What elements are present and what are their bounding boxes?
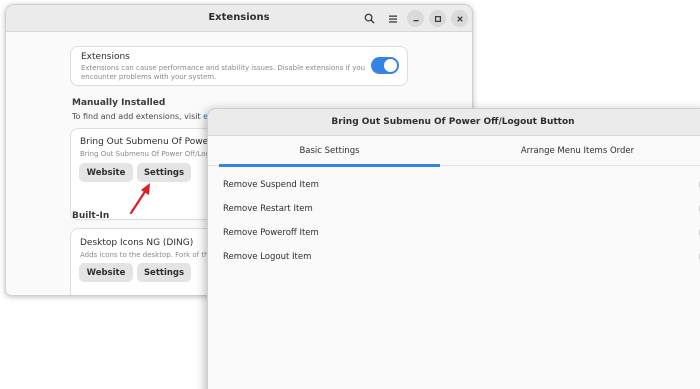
option-label: Remove Restart Item <box>223 204 313 214</box>
tab-arrange-menu-items-order[interactable]: Arrange Menu Items Order <box>440 136 700 166</box>
manually-installed-subtext-text: To find and add extensions, visit <box>72 112 204 121</box>
extensions-toggle-description-line1: Extensions can cause performance and sta… <box>81 64 366 72</box>
website-button[interactable]: Website <box>79 263 133 282</box>
search-icon <box>364 13 375 24</box>
extensions-header-bar: Extensions <box>6 5 472 32</box>
switch-knob <box>384 59 397 72</box>
extension-name: Desktop Icons NG (DING) <box>80 238 194 248</box>
manually-installed-subtext: To find and add extensions, visit ex <box>72 112 213 121</box>
built-in-heading: Built-In <box>72 211 110 221</box>
option-label: Remove Logout Item <box>223 252 312 262</box>
extensions-toggle-title: Extensions <box>81 52 130 62</box>
minimize-icon <box>413 19 418 21</box>
option-row-remove-restart: Remove Restart Item <box>223 199 700 221</box>
extension-settings-dialog: Bring Out Submenu Of Power Off/Logout Bu… <box>207 108 700 389</box>
option-row-remove-logout: Remove Logout Item <box>223 247 700 269</box>
main-menu-button[interactable] <box>384 10 401 27</box>
close-icon <box>456 15 463 22</box>
option-row-remove-poweroff: Remove Poweroff Item <box>223 223 700 245</box>
extensions-toggle-card: Extensions Extensions can cause performa… <box>71 47 407 85</box>
extension-description: Adds icons to the desktop. Fork of the o <box>80 251 220 259</box>
maximize-button[interactable] <box>429 10 446 27</box>
minimize-button[interactable] <box>407 10 424 27</box>
manually-installed-heading: Manually Installed <box>72 98 166 108</box>
search-button[interactable] <box>361 10 378 27</box>
extension-name: Bring Out Submenu Of Power Off <box>80 137 229 147</box>
menu-icon <box>388 15 397 23</box>
option-row-remove-suspend: Remove Suspend Item <box>223 175 700 197</box>
red-arrow-annotation <box>129 183 150 215</box>
extension-description: Bring Out Submenu Of Power Off/Log <box>80 150 210 158</box>
window-title: Extensions <box>208 12 270 23</box>
dialog-header-bar: Bring Out Submenu Of Power Off/Logout Bu… <box>208 109 700 136</box>
option-label: Remove Suspend Item <box>223 180 319 190</box>
settings-button[interactable]: Settings <box>137 263 191 282</box>
website-button[interactable]: Website <box>79 163 133 182</box>
desktop: Extensions Extensions Extensions can cau… <box>0 0 700 389</box>
close-button[interactable] <box>451 10 468 27</box>
maximize-icon <box>434 15 441 22</box>
dialog-title: Bring Out Submenu Of Power Off/Logout Bu… <box>331 117 575 127</box>
settings-tabs: Basic Settings Arrange Menu Items Order <box>208 136 700 167</box>
extensions-toggle-description-line2: encounter problems with your system. <box>81 73 217 81</box>
tab-basic-settings[interactable]: Basic Settings <box>219 136 440 167</box>
settings-button[interactable]: Settings <box>137 163 191 182</box>
option-label: Remove Poweroff Item <box>223 228 319 238</box>
extensions-enable-switch[interactable] <box>371 57 399 74</box>
